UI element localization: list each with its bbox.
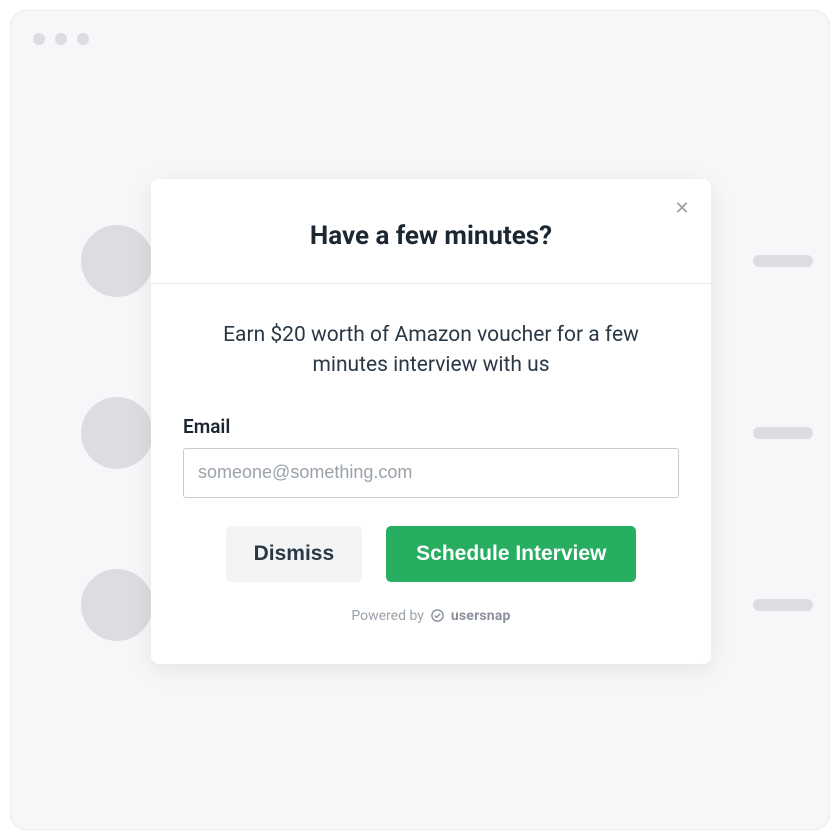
powered-by[interactable]: Powered by usersnap — [183, 608, 679, 646]
interview-modal: Have a few minutes? ✕ Earn $20 worth of … — [151, 179, 711, 664]
dismiss-button[interactable]: Dismiss — [226, 526, 363, 582]
close-icon: ✕ — [674, 198, 689, 219]
browser-frame: Have a few minutes? ✕ Earn $20 worth of … — [10, 10, 830, 830]
traffic-dot — [55, 33, 67, 45]
modal-title: Have a few minutes? — [183, 221, 679, 251]
traffic-dot — [77, 33, 89, 45]
skeleton-line — [753, 427, 813, 439]
close-button[interactable]: ✕ — [671, 197, 693, 219]
powered-prefix: Powered by — [351, 608, 424, 624]
modal-header: Have a few minutes? ✕ — [151, 179, 711, 284]
button-row: Dismiss Schedule Interview — [183, 526, 679, 582]
email-label: Email — [183, 415, 679, 438]
email-input[interactable] — [183, 448, 679, 498]
traffic-dot — [33, 33, 45, 45]
skeleton-line — [753, 255, 813, 267]
skeleton-avatar — [81, 225, 153, 297]
email-field-group: Email — [183, 415, 679, 498]
skeleton-avatar — [81, 569, 153, 641]
usersnap-logo-icon — [430, 608, 445, 623]
modal-body: Earn $20 worth of Amazon voucher for a f… — [151, 284, 711, 664]
powered-brand: usersnap — [451, 608, 511, 624]
modal-description: Earn $20 worth of Amazon voucher for a f… — [196, 320, 666, 381]
skeleton-avatar — [81, 397, 153, 469]
window-controls — [33, 33, 89, 45]
schedule-interview-button[interactable]: Schedule Interview — [386, 526, 636, 582]
skeleton-line — [753, 599, 813, 611]
